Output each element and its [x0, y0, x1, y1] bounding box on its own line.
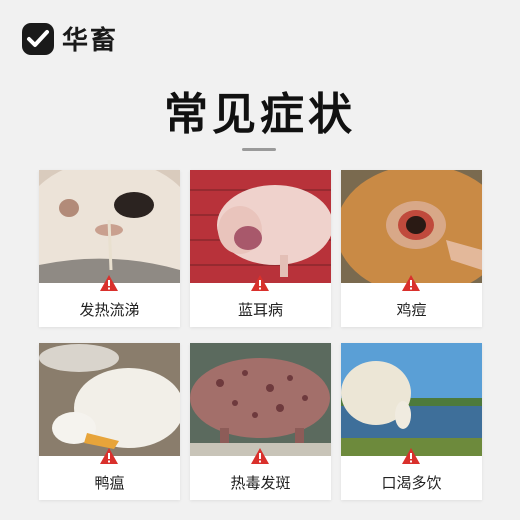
symptom-label: 热毒发斑 [230, 474, 291, 492]
symptom-label: 发热流涕 [79, 301, 140, 319]
symptom-label: 口渴多饮 [381, 474, 442, 492]
symptom-card: 蓝耳病 [190, 170, 331, 327]
symptom-card: 口渴多饮 [341, 343, 482, 500]
sheep-drinking-photo [341, 343, 482, 456]
symptom-label: 鸡痘 [396, 301, 427, 319]
symptom-grid: 发热流涕 蓝耳病 鸡痘 鸭瘟 热毒发斑 口渴多饮 [39, 170, 482, 500]
symptom-card: 发热流涕 [39, 170, 180, 327]
symptom-label: 鸭瘟 [94, 474, 125, 492]
symptom-card: 鸡痘 [341, 170, 482, 327]
warning-icon [100, 275, 118, 291]
duck-photo [39, 343, 180, 456]
warning-icon [251, 448, 269, 464]
chicken-eye-photo [341, 170, 482, 283]
warning-icon [402, 448, 420, 464]
title-divider [242, 148, 276, 151]
cow-nose-photo [39, 170, 180, 283]
symptom-card: 热毒发斑 [190, 343, 331, 500]
brand: 华畜 [22, 20, 118, 57]
brand-name: 华畜 [62, 26, 119, 56]
spotted-pig-photo [190, 343, 331, 456]
symptom-card: 鸭瘟 [39, 343, 180, 500]
symptom-label: 蓝耳病 [237, 301, 283, 319]
warning-icon [100, 448, 118, 464]
pig-photo [190, 170, 331, 283]
warning-icon [251, 275, 269, 291]
warning-icon [402, 275, 420, 291]
page-title: 常见症状 [164, 89, 356, 140]
check-shield-icon [22, 22, 54, 55]
